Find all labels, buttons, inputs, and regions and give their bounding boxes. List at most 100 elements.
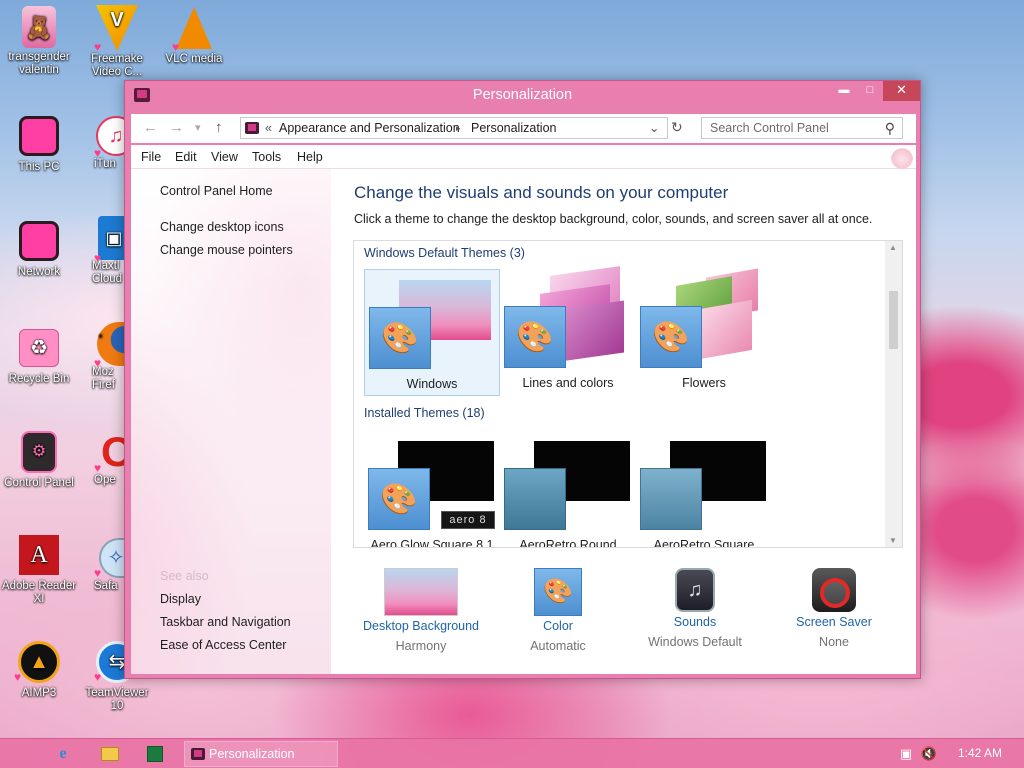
desktop-icon-aimp3[interactable]: ▲ AIMP3 [0, 640, 78, 700]
theme-aero-glow-square[interactable]: aero 8 🎨 Aero Glow Square 8.1 [364, 431, 500, 547]
scroll-up-arrow-icon[interactable]: ▲ [889, 243, 897, 252]
desktop-icon-adobe-reader[interactable]: A Adobe Reader XI [0, 533, 78, 606]
refresh-icon[interactable]: ↻ [671, 119, 683, 136]
recent-locations-button[interactable]: ▾ [195, 120, 201, 136]
taskbar-navigation-link[interactable]: Taskbar and Navigation [160, 615, 291, 629]
display-link[interactable]: Display [160, 592, 201, 606]
sounds-setting[interactable]: ♫ Sounds Windows Default [635, 568, 755, 649]
search-input[interactable]: Search Control Panel ⚲ [701, 117, 903, 139]
scroll-down-arrow-icon[interactable]: ▼ [889, 536, 897, 545]
desktop-background-value: Harmony [395, 639, 447, 653]
menu-view[interactable]: View [211, 150, 238, 164]
breadcrumb-separator[interactable]: ▸ [456, 118, 461, 138]
heart-icon: ♥ [94, 251, 102, 265]
menu-file[interactable]: File [141, 150, 161, 164]
desktop-icon-control-panel[interactable]: ⚙ Control Panel [0, 430, 78, 490]
scrollbar-thumb[interactable] [889, 291, 898, 349]
doll-icon: 🧸 [22, 6, 56, 48]
desktop-background-link[interactable]: Desktop Background [361, 619, 481, 633]
heart-icon: ♥ [94, 670, 102, 684]
minimize-button[interactable]: ▬ [831, 81, 857, 101]
desktop-icon-transgender-valentin[interactable]: 🧸 transgender valentin [0, 6, 78, 77]
group-windows-default-themes[interactable]: Windows Default Themes (3) [364, 246, 525, 260]
pink-monitor-icon [17, 219, 61, 263]
change-desktop-icons-link[interactable]: Change desktop icons [160, 220, 284, 234]
theme-flowers[interactable]: 🎨 Flowers [636, 268, 772, 396]
desktop-icon-label: Safa [94, 580, 118, 592]
close-button[interactable]: ✕ [883, 81, 920, 101]
taskbar: e Personalization ▣ 🔇 1:42 AM [0, 738, 1024, 768]
control-panel-app-icon [134, 88, 150, 102]
excel-icon[interactable] [145, 744, 165, 764]
color-link[interactable]: Color [498, 619, 618, 633]
color-palette-icon: 🎨 [368, 468, 430, 530]
volume-muted-icon[interactable]: 🔇 [920, 744, 938, 764]
maximize-button[interactable]: □ [857, 81, 883, 101]
change-mouse-pointers-link[interactable]: Change mouse pointers [160, 243, 293, 257]
forward-button[interactable]: → [169, 120, 184, 136]
network-tray-icon[interactable]: ▣ [897, 744, 915, 764]
search-icon[interactable]: ⚲ [885, 118, 895, 138]
menu-edit[interactable]: Edit [175, 150, 197, 164]
color-palette-icon: 🎨 [534, 568, 582, 616]
desktop-icon-label: Recycle Bin [8, 373, 70, 385]
theme-lines-and-colors[interactable]: 🎨 Lines and colors [500, 266, 636, 396]
screen-saver-link[interactable]: Screen Saver [774, 615, 894, 629]
desktop-icon-recycle-bin[interactable]: ♻ Recycle Bin [0, 326, 78, 386]
sounds-link[interactable]: Sounds [635, 615, 755, 629]
taskbar-window-label: Personalization [209, 747, 295, 761]
taskbar-personalization-button[interactable]: Personalization [184, 741, 338, 767]
menu-help[interactable]: Help [297, 150, 323, 164]
theme-label: AeroRetro Square [653, 538, 755, 548]
sounds-value: Windows Default [648, 635, 742, 649]
aero-badge: aero 8 [441, 511, 495, 529]
title-bar[interactable]: Personalization [125, 81, 920, 111]
desktop-icon-vlc[interactable]: VLC media [155, 6, 233, 66]
menu-tools[interactable]: Tools [252, 150, 281, 164]
window-title: Personalization [472, 87, 573, 103]
heart-icon: ♥ [172, 40, 180, 54]
theme-label: Lines and colors [522, 376, 614, 390]
file-explorer-icon[interactable] [100, 744, 120, 764]
desktop-icon-this-pc[interactable]: This PC [0, 114, 78, 174]
theme-windows[interactable]: 🎨 Windows [364, 269, 500, 396]
heart-icon: ♥ [14, 670, 22, 684]
internet-explorer-icon[interactable]: e [52, 744, 74, 764]
desktop-background-setting[interactable]: Desktop Background Harmony [361, 568, 481, 653]
address-bar[interactable]: « Appearance and Personalization ▸ Perso… [240, 117, 668, 139]
screen-saver-setting[interactable]: Screen Saver None [774, 568, 894, 649]
group-installed-themes[interactable]: Installed Themes (18) [364, 406, 485, 420]
chevron-down-icon[interactable]: ⌄ [649, 118, 659, 138]
adobe-reader-icon: A [17, 533, 61, 577]
theme-label: Flowers [682, 376, 726, 390]
breadcrumb-appearance[interactable]: Appearance and Personalization [279, 118, 460, 138]
theme-label: AeroRetro Round [519, 538, 617, 548]
theme-aeroretro-round[interactable]: AeroRetro Round [500, 431, 636, 548]
screen-saver-value: None [819, 635, 849, 649]
back-button[interactable]: ← [143, 120, 158, 136]
desktop-icon-label: This PC [18, 161, 60, 173]
theme-wallpaper-preview [560, 300, 624, 362]
up-button[interactable]: ↑ [215, 120, 223, 136]
control-panel-icon [245, 122, 259, 134]
breadcrumb-prefix[interactable]: « [265, 118, 272, 138]
recycle-bin-icon: ♻ [17, 326, 61, 370]
color-palette-icon: 🎨 [504, 306, 566, 368]
color-setting[interactable]: 🎨 Color Automatic [498, 568, 618, 653]
ease-of-access-link[interactable]: Ease of Access Center [160, 638, 286, 652]
desktop-icon-label: Adobe Reader XI [1, 580, 77, 605]
theme-aeroretro-square[interactable]: AeroRetro Square [636, 431, 772, 548]
taskbar-clock[interactable]: 1:42 AM [958, 746, 1002, 760]
desktop-icon-network[interactable]: Network [0, 219, 78, 279]
see-also-heading: See also [160, 569, 209, 583]
page-subtitle: Click a theme to change the desktop back… [354, 212, 873, 226]
breadcrumb-personalization[interactable]: Personalization [471, 118, 556, 138]
desktop-icon-freemake[interactable]: V Freemake Video C... [78, 5, 156, 79]
desktop-icon-label: transgender valentin [8, 51, 70, 76]
theme-list-scrollbar[interactable]: ▲ ▼ [885, 241, 902, 547]
control-panel-home-link[interactable]: Control Panel Home [160, 184, 273, 198]
control-panel-icon [191, 748, 205, 760]
page-title: Change the visuals and sounds on your co… [354, 183, 729, 202]
theme-label: Windows [406, 377, 458, 391]
heart-icon: ♥ [94, 40, 102, 54]
